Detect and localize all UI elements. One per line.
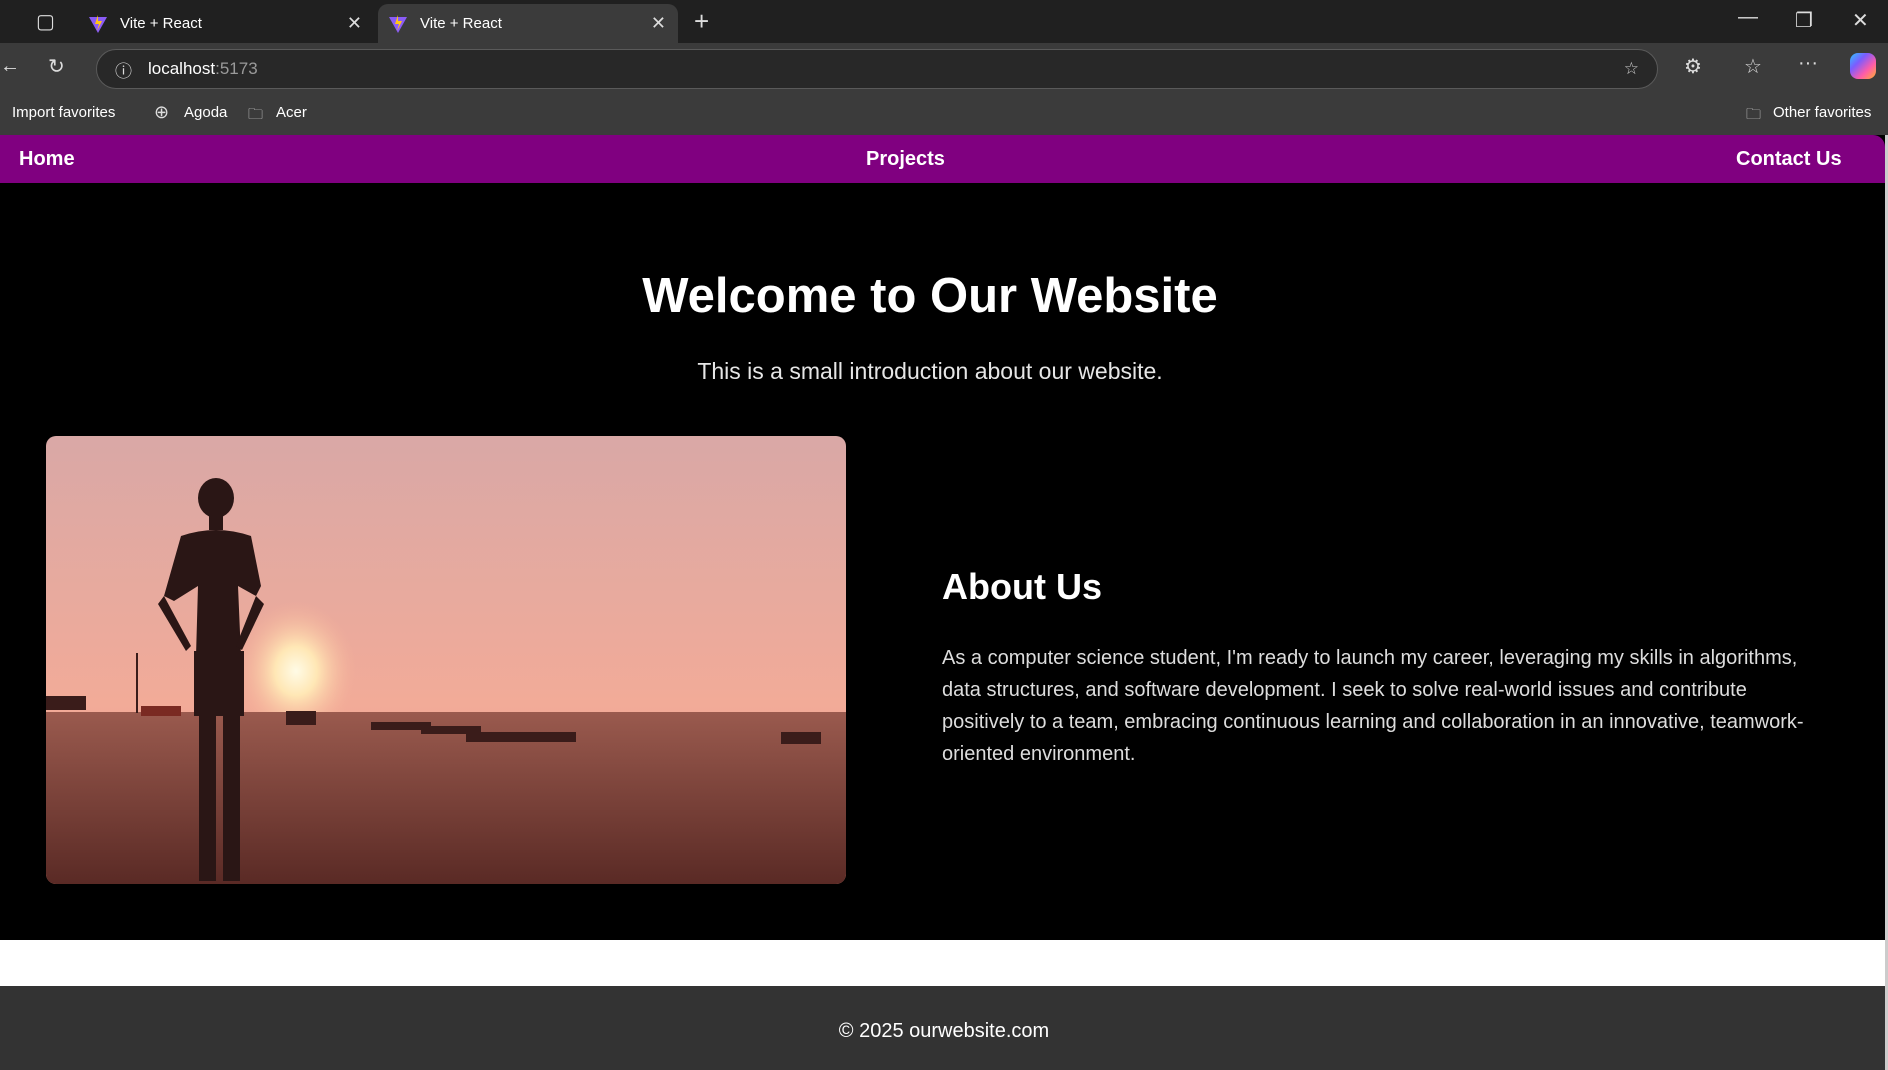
footer: © 2025 ourwebsite.com xyxy=(0,986,1888,1070)
bookmark-import-favorites[interactable]: Import favorites xyxy=(12,104,115,121)
site-nav: Home Projects Contact Us xyxy=(0,135,1885,183)
tab-1[interactable]: Vite + React ✕ xyxy=(78,4,374,43)
extensions-icon[interactable]: ⚙ xyxy=(1684,54,1702,79)
about-image xyxy=(46,436,846,884)
more-icon[interactable]: ··· xyxy=(1798,52,1818,75)
address-bar[interactable]: ⓘ localhost:5173 ☆ xyxy=(96,49,1658,89)
hero-subtitle: This is a small introduction about our w… xyxy=(697,358,1163,384)
back-icon[interactable]: ← xyxy=(0,55,20,78)
refresh-icon[interactable]: ↻ xyxy=(48,54,65,79)
tab-title: Vite + React xyxy=(420,15,502,32)
favorites-icon[interactable]: ☆ xyxy=(1744,54,1762,79)
toolbar: ← ↻ ⓘ localhost:5173 ☆ ⚙ ☆ ··· xyxy=(0,43,1888,92)
info-icon[interactable]: ⓘ xyxy=(115,57,132,82)
hero-title: Welcome to Our Website xyxy=(642,269,1218,323)
main-content: Welcome to Our Website This is a small i… xyxy=(0,183,1885,940)
restore-icon[interactable]: ❐ xyxy=(1795,8,1813,33)
nav-home[interactable]: Home xyxy=(19,148,75,171)
other-favorites[interactable]: Other favorites xyxy=(1773,104,1871,121)
vite-icon xyxy=(389,14,407,33)
vite-icon xyxy=(89,14,107,33)
minimize-icon[interactable]: — xyxy=(1738,6,1758,29)
footer-text: © 2025 ourwebsite.com xyxy=(838,1020,1050,1042)
url-host: localhost xyxy=(148,59,216,78)
new-tab-icon[interactable]: + xyxy=(694,6,709,37)
about-text: As a computer science student, I'm ready… xyxy=(942,647,1804,765)
tab-actions-icon[interactable]: ▢ xyxy=(36,9,55,34)
nav-projects[interactable]: Projects xyxy=(866,148,945,171)
tab-2-active[interactable]: Vite + React ✕ xyxy=(378,4,678,43)
folder-icon: 🗀 xyxy=(1746,106,1762,123)
tab-bar: ▢ Vite + React ✕ Vite + React ✕ + — ❐ ✕ xyxy=(0,0,1888,43)
nav-contact[interactable]: Contact Us xyxy=(1736,148,1842,171)
bookmarks-bar: Import favorites ⊕ Agoda 🗀 Acer 🗀 Other … xyxy=(0,92,1888,135)
favorite-star-icon[interactable]: ☆ xyxy=(1624,59,1639,79)
url-port: :5173 xyxy=(215,59,258,78)
folder-icon: 🗀 xyxy=(248,106,264,123)
tab-title: Vite + React xyxy=(120,15,202,32)
bookmark-agoda[interactable]: Agoda xyxy=(184,104,227,121)
copilot-icon[interactable] xyxy=(1850,53,1876,79)
about-heading: About Us xyxy=(942,566,1102,607)
bookmark-acer[interactable]: Acer xyxy=(276,104,307,121)
globe-icon: ⊕ xyxy=(154,102,170,122)
close-window-icon[interactable]: ✕ xyxy=(1852,8,1869,33)
close-tab-icon[interactable]: ✕ xyxy=(347,13,362,34)
spacer-band xyxy=(0,940,1885,986)
close-tab-icon[interactable]: ✕ xyxy=(651,13,666,34)
